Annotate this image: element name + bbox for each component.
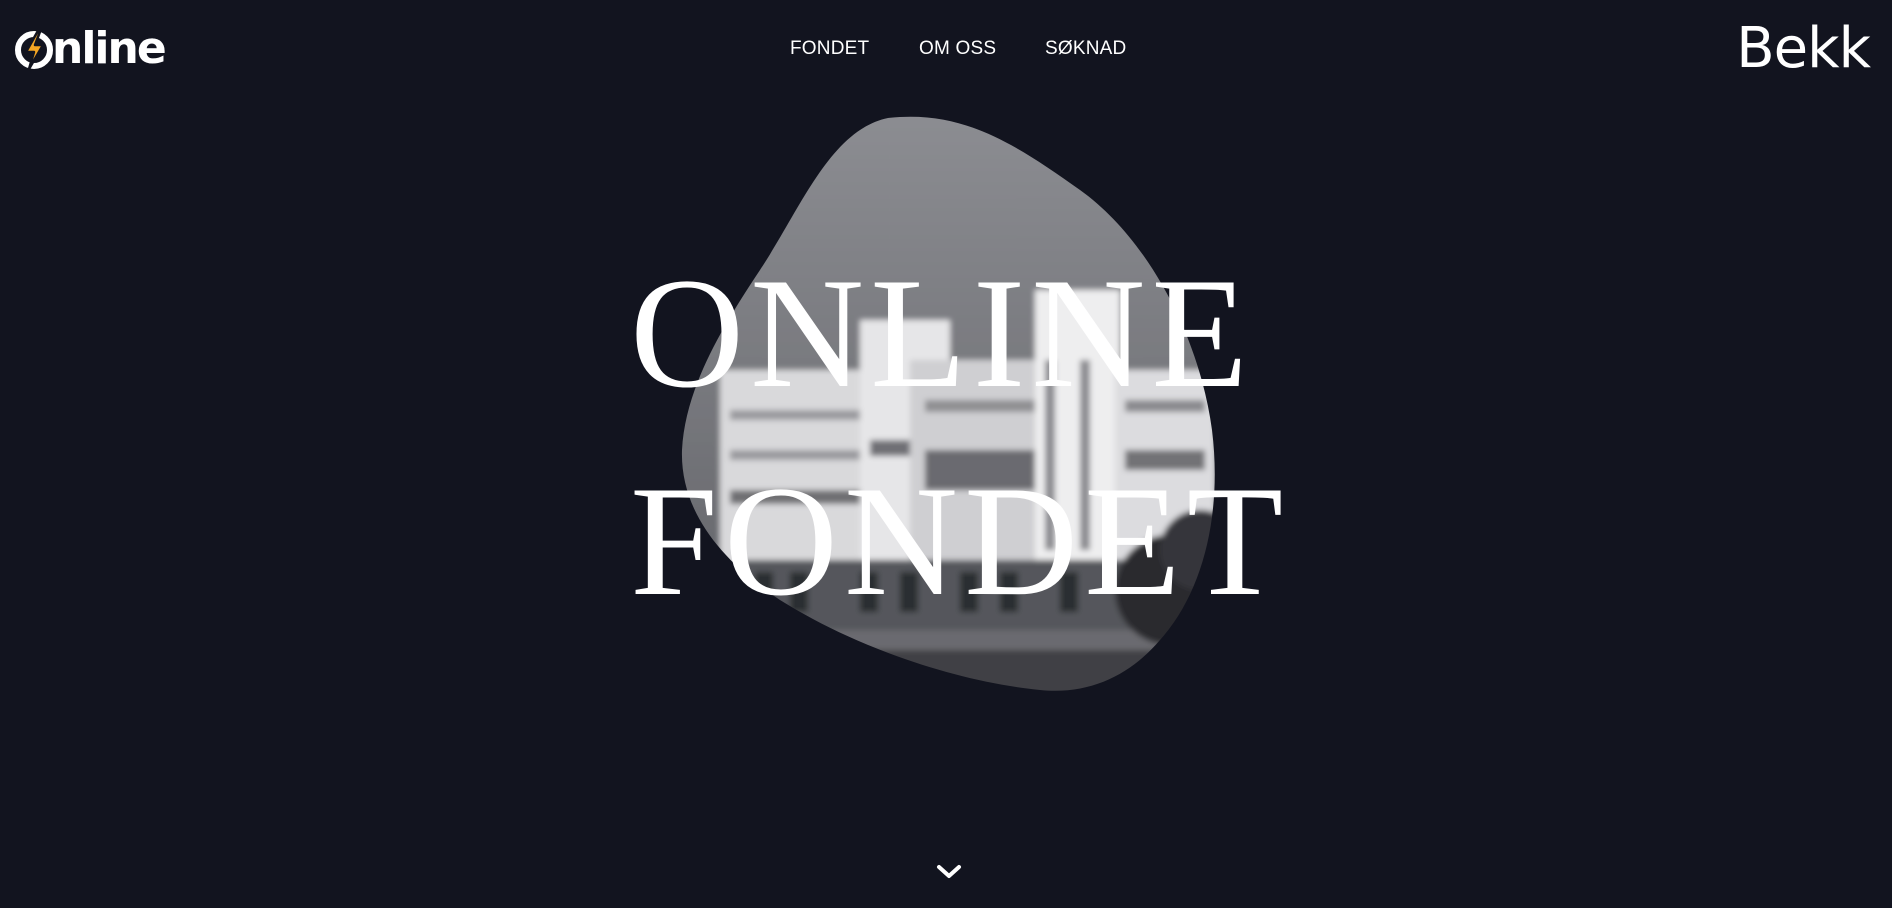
chevron-down-icon [937, 865, 961, 878]
lightning-o-icon [15, 27, 53, 71]
online-logo[interactable]: nline [14, 23, 167, 74]
hero-title: ONLINE FONDET [630, 230, 1290, 646]
nav-item-om-oss[interactable]: OM OSS [919, 36, 996, 62]
bekk-logo[interactable]: Bekk [1736, 16, 1871, 82]
scroll-down-button[interactable] [935, 860, 963, 884]
logo-text: nline [52, 23, 167, 74]
hero-title-line-1: ONLINE [630, 246, 1254, 421]
top-navigation-bar: nline FONDET OM OSS SØKNAD Bekk [0, 0, 1892, 100]
hero-title-line-2: FONDET [630, 454, 1290, 629]
nav-item-fondet[interactable]: FONDET [790, 36, 869, 62]
nav-item-soknad[interactable]: SØKNAD [1045, 36, 1126, 62]
